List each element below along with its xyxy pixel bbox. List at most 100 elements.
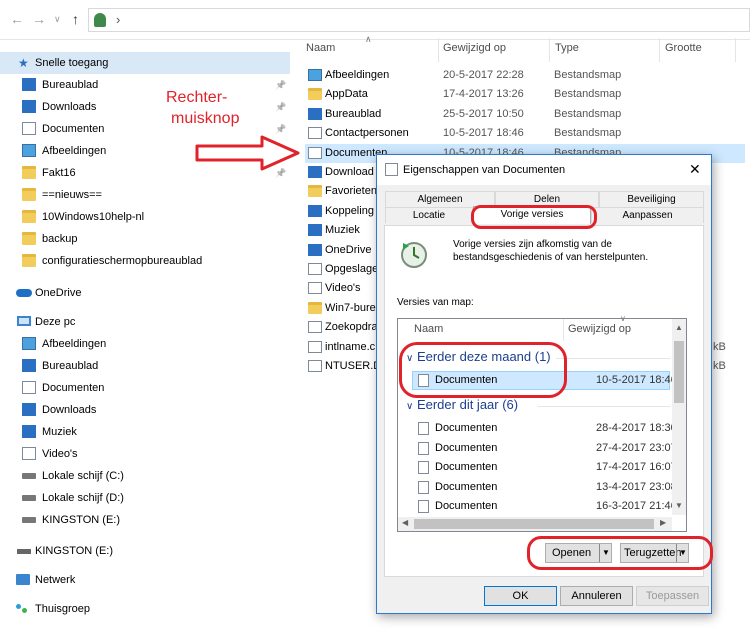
document-icon [418,441,429,455]
file-row[interactable]: AppData 17-4-2017 13:26 Bestandsmap [305,85,745,104]
file-type: Bestandsmap [554,88,622,101]
column-divider[interactable] [438,38,439,62]
file-row[interactable]: Afbeeldingen 20-5-2017 22:28 Bestandsmap [305,66,745,85]
star-icon [308,185,322,198]
annotation-line: muisknop [171,110,240,127]
chevron-down-icon: ∨ [620,314,626,323]
scrollbar-thumb[interactable] [414,519,654,529]
tab-locatie[interactable]: Locatie [385,207,473,223]
desktop-icon [308,107,322,120]
dialog-titlebar[interactable]: Eigenschappen van Documenten ✕ [377,155,711,185]
pin-icon[interactable]: 📌 [275,74,286,96]
close-icon[interactable]: ✕ [689,161,701,178]
file-row[interactable]: Contactpersonen 10-5-2017 18:46 Bestandsma… [305,124,745,143]
annotation-circle-group [399,342,567,398]
version-date: 27-4-2017 23:07 [596,441,677,454]
sidebar-item-quick[interactable]: configuratieschermopbureaublad [0,250,290,272]
chevron-left-icon[interactable]: ◀ [402,518,408,527]
download-icon [22,403,36,416]
sidebar-item-quick[interactable]: Bureaublad 📌 [0,74,290,96]
column-divider[interactable] [549,38,550,62]
vertical-scrollbar[interactable]: ▲ ▼ [672,319,686,515]
document-icon [418,422,429,435]
info-line: bestandsgeschiedenis of van herstelpunte… [453,252,649,263]
folder-icon [22,210,36,223]
sidebar-item-quick[interactable]: Downloads 📌 [0,96,290,118]
file-name: OneDrive [325,243,372,256]
cancel-button[interactable]: Annuleren [560,586,633,606]
scrollbar-thumb[interactable] [674,341,684,403]
nav-label: Downloads [42,101,97,113]
nav-label: Netwerk [35,574,76,586]
music-icon [22,425,36,438]
column-header-type[interactable]: Type [555,42,579,54]
version-name: Documenten [435,500,498,512]
file-name: Video's [325,282,361,295]
document-icon [418,500,429,513]
column-header-size[interactable]: Grootte [665,42,702,54]
folder-icon [22,232,36,245]
onedrive-icon [308,243,322,256]
column-divider[interactable] [735,38,736,62]
versions-label: Versies van map: [397,297,474,308]
file-size: kB [713,360,726,372]
nav-label: 10Windows10help-nl [42,211,145,223]
nav-label: configuratieschermopbureaublad [42,255,203,267]
nav-label: KINGSTON (E:) [35,545,114,557]
search-icon [308,263,322,275]
video-icon [22,447,36,460]
arrow-left-icon[interactable]: ← [10,11,24,27]
arrow-up-icon[interactable]: ↑ [72,11,79,27]
version-date: 10-5-2017 18:46 [596,374,677,386]
nav-label: Afbeeldingen [42,338,107,350]
document-icon [22,381,36,394]
file-name: Download [325,166,374,178]
file-size: kB [713,340,726,353]
nav-label: Afbeeldingen [42,145,107,157]
file-name: Koppeling [325,204,374,217]
computer-icon [17,316,31,326]
file-icon [308,340,322,353]
chevron-up-icon[interactable]: ▲ [675,323,683,332]
music-icon [308,224,322,237]
file-row[interactable]: Bureaublad 25-5-2017 10:50 Bestandsmap [305,105,745,124]
file-name: intlname.c [325,340,376,353]
list-header-modified[interactable]: Gewijzigd op [568,323,631,335]
column-divider[interactable] [659,38,660,62]
annotation-circle-tab [471,205,597,229]
group-label: Eerder dit jaar (6) [416,397,519,412]
chevron-right-icon[interactable]: ▶ [660,518,666,527]
chevron-down-icon[interactable]: ▼ [675,501,683,510]
picture-icon [22,337,36,350]
nav-quick-access[interactable]: ★ Snelle toegang [0,52,290,74]
column-divider[interactable] [563,319,564,341]
horizontal-scrollbar[interactable]: ◀ ▶ [398,517,672,531]
file-type: Bestandsmap [554,127,622,140]
ok-button[interactable]: OK [484,586,557,606]
tab-beveiliging[interactable]: Beveiliging [599,191,704,207]
breadcrumb-separator: › [116,12,121,27]
column-header-name[interactable]: Naam [306,42,335,54]
arrow-right-icon[interactable]: → [32,11,46,27]
sidebar-item-quick[interactable]: 10Windows10help-nl [0,206,290,228]
sidebar-item-quick[interactable]: ==nieuws== [0,184,290,206]
list-header-name[interactable]: Naam [414,323,443,335]
homegroup-icon-dot [22,608,27,613]
chevron-down-icon[interactable]: ∨ [54,14,61,25]
nav-label: KINGSTON (E:) [42,514,121,526]
nav-label: backup [42,233,78,245]
document-icon [308,146,322,159]
video-icon [308,282,322,295]
nav-label: Snelle toegang [35,57,109,69]
group-this-year[interactable]: ∨ Eerder dit jaar (6) [406,397,518,412]
pin-icon[interactable]: 📌 [275,96,286,118]
tab-aanpassen[interactable]: Aanpassen [591,207,704,223]
column-header-modified[interactable]: Gewijzigd op [443,42,506,54]
sidebar-item-quick[interactable]: backup [0,228,290,250]
address-bar[interactable]: › [88,8,750,32]
document-icon [418,480,429,494]
apply-button[interactable]: Toepassen [636,586,709,606]
file-name: Zoekopdra [325,321,378,334]
version-date: 17-4-2017 16:07 [596,461,677,473]
desktop-icon [22,78,36,91]
